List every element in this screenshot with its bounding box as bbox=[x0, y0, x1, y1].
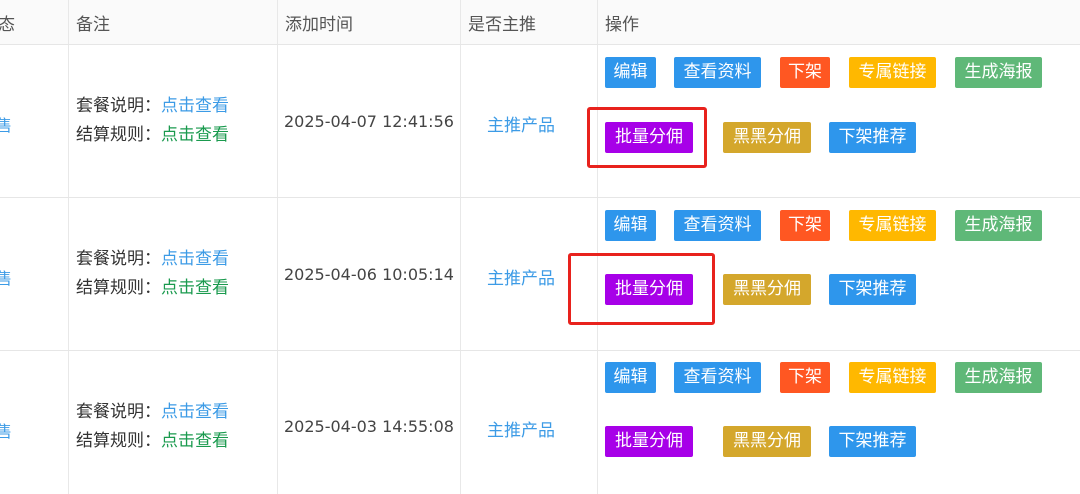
remark-cell: 套餐说明：点击查看 结算规则：点击查看 bbox=[76, 398, 229, 456]
package-label: 套餐说明： bbox=[76, 96, 161, 116]
heihei-commission-button[interactable]: 黑黑分佣 bbox=[723, 122, 811, 153]
off-shelf-button[interactable]: 下架 bbox=[780, 57, 830, 88]
row-divider bbox=[0, 197, 1080, 198]
view-info-button[interactable]: 查看资料 bbox=[674, 57, 761, 88]
header-actions: 操作 bbox=[605, 15, 639, 35]
off-recommend-button[interactable]: 下架推荐 bbox=[829, 426, 916, 457]
package-view-link[interactable]: 点击查看 bbox=[161, 249, 229, 269]
column-divider bbox=[277, 0, 278, 494]
header-add-time: 添加时间 bbox=[285, 15, 353, 35]
column-divider bbox=[460, 0, 461, 494]
header-status: 态 bbox=[0, 15, 15, 35]
package-view-link[interactable]: 点击查看 bbox=[161, 96, 229, 116]
exclusive-link-button[interactable]: 专属链接 bbox=[849, 210, 936, 241]
table-header bbox=[0, 0, 1080, 44]
heihei-commission-button[interactable]: 黑黑分佣 bbox=[723, 426, 811, 457]
generate-poster-button[interactable]: 生成海报 bbox=[955, 210, 1042, 241]
off-recommend-button[interactable]: 下架推荐 bbox=[829, 122, 916, 153]
status-cell: 售 bbox=[0, 269, 13, 288]
main-product-tag: 主推产品 bbox=[487, 421, 555, 441]
status-cell: 售 bbox=[0, 422, 13, 441]
heihei-commission-button[interactable]: 黑黑分佣 bbox=[723, 274, 811, 305]
header-is-main: 是否主推 bbox=[468, 15, 536, 35]
add-time-cell: 2025-04-07 12:41:56 bbox=[284, 112, 454, 131]
exclusive-link-button[interactable]: 专属链接 bbox=[849, 57, 936, 88]
column-divider bbox=[597, 0, 598, 494]
settle-view-link[interactable]: 点击查看 bbox=[161, 125, 229, 145]
status-cell: 售 bbox=[0, 116, 13, 135]
data-table: 态 备注 添加时间 是否主推 操作 售 套餐说明：点击查看 结算规则：点击查看 … bbox=[0, 0, 1080, 494]
batch-commission-button[interactable]: 批量分佣 bbox=[605, 426, 693, 457]
generate-poster-button[interactable]: 生成海报 bbox=[955, 57, 1042, 88]
header-remark: 备注 bbox=[76, 15, 110, 35]
remark-cell: 套餐说明：点击查看 结算规则：点击查看 bbox=[76, 245, 229, 303]
settle-view-link[interactable]: 点击查看 bbox=[161, 431, 229, 451]
settle-label: 结算规则： bbox=[76, 278, 161, 298]
main-product-tag: 主推产品 bbox=[487, 116, 555, 136]
view-info-button[interactable]: 查看资料 bbox=[674, 362, 761, 393]
column-divider bbox=[68, 0, 69, 494]
package-label: 套餐说明： bbox=[76, 249, 161, 269]
main-product-tag: 主推产品 bbox=[487, 269, 555, 289]
generate-poster-button[interactable]: 生成海报 bbox=[955, 362, 1042, 393]
off-recommend-button[interactable]: 下架推荐 bbox=[829, 274, 916, 305]
edit-button[interactable]: 编辑 bbox=[605, 210, 656, 241]
add-time-cell: 2025-04-06 10:05:14 bbox=[284, 265, 454, 284]
highlight-box bbox=[587, 107, 707, 168]
package-label: 套餐说明： bbox=[76, 402, 161, 422]
off-shelf-button[interactable]: 下架 bbox=[780, 362, 830, 393]
add-time-cell: 2025-04-03 14:55:08 bbox=[284, 417, 454, 436]
view-info-button[interactable]: 查看资料 bbox=[674, 210, 761, 241]
highlight-box bbox=[568, 253, 715, 325]
off-shelf-button[interactable]: 下架 bbox=[780, 210, 830, 241]
settle-label: 结算规则： bbox=[76, 125, 161, 145]
remark-cell: 套餐说明：点击查看 结算规则：点击查看 bbox=[76, 92, 229, 150]
package-view-link[interactable]: 点击查看 bbox=[161, 402, 229, 422]
row-divider bbox=[0, 350, 1080, 351]
exclusive-link-button[interactable]: 专属链接 bbox=[849, 362, 936, 393]
row-divider bbox=[0, 44, 1080, 45]
settle-label: 结算规则： bbox=[76, 431, 161, 451]
settle-view-link[interactable]: 点击查看 bbox=[161, 278, 229, 298]
edit-button[interactable]: 编辑 bbox=[605, 362, 656, 393]
edit-button[interactable]: 编辑 bbox=[605, 57, 656, 88]
